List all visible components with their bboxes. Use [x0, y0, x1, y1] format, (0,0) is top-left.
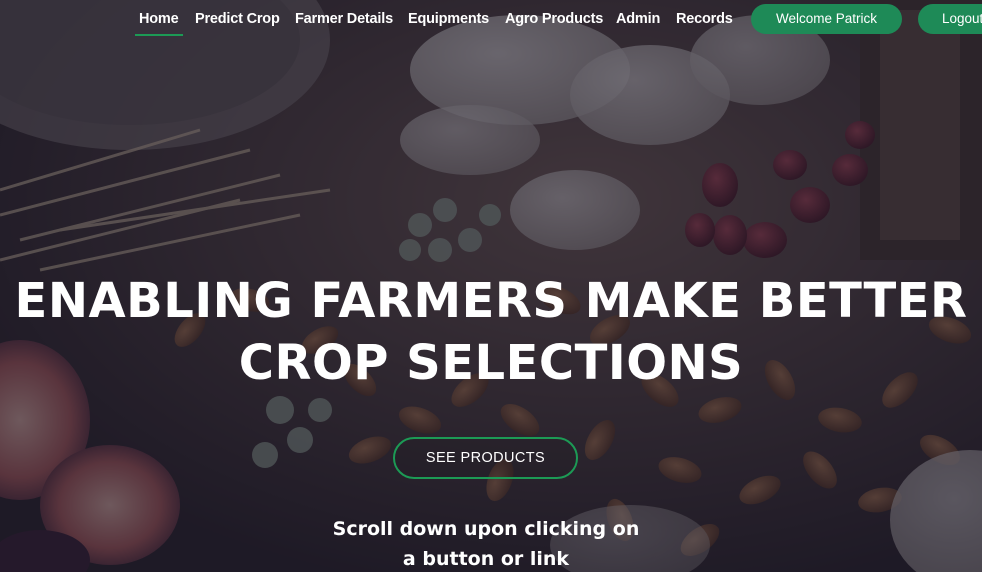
hero-headline-line1: ENABLING FARMERS MAKE BETTER — [14, 273, 968, 329]
nav-home[interactable]: Home — [135, 11, 182, 36]
nav-admin[interactable]: Admin — [616, 11, 660, 27]
scroll-hint-line2: a button or link — [402, 548, 570, 570]
hero-headline: ENABLING FARMERS MAKE BETTER CROP SELECT… — [0, 270, 982, 394]
logout-button[interactable]: Logout — [918, 4, 982, 34]
nav-equipments[interactable]: Equipments — [408, 11, 489, 27]
hero-headline-line2: CROP SELECTIONS — [238, 335, 744, 391]
scroll-hint-text: Scroll down upon clicking on a button or… — [286, 514, 686, 572]
see-products-button[interactable]: SEE PRODUCTS — [393, 437, 578, 479]
nav-predict-crop[interactable]: Predict Crop — [195, 11, 280, 27]
nav-farmer-details[interactable]: Farmer Details — [295, 11, 393, 27]
hero-section: Home Predict Crop Farmer Details Equipme… — [0, 0, 982, 572]
top-navbar: Home Predict Crop Farmer Details Equipme… — [0, 0, 982, 40]
nav-records[interactable]: Records — [676, 11, 733, 27]
nav-agro-products[interactable]: Agro Products — [505, 11, 603, 27]
welcome-user-button[interactable]: Welcome Patrick — [751, 4, 902, 34]
scroll-hint-line1: Scroll down upon clicking on — [332, 518, 640, 540]
